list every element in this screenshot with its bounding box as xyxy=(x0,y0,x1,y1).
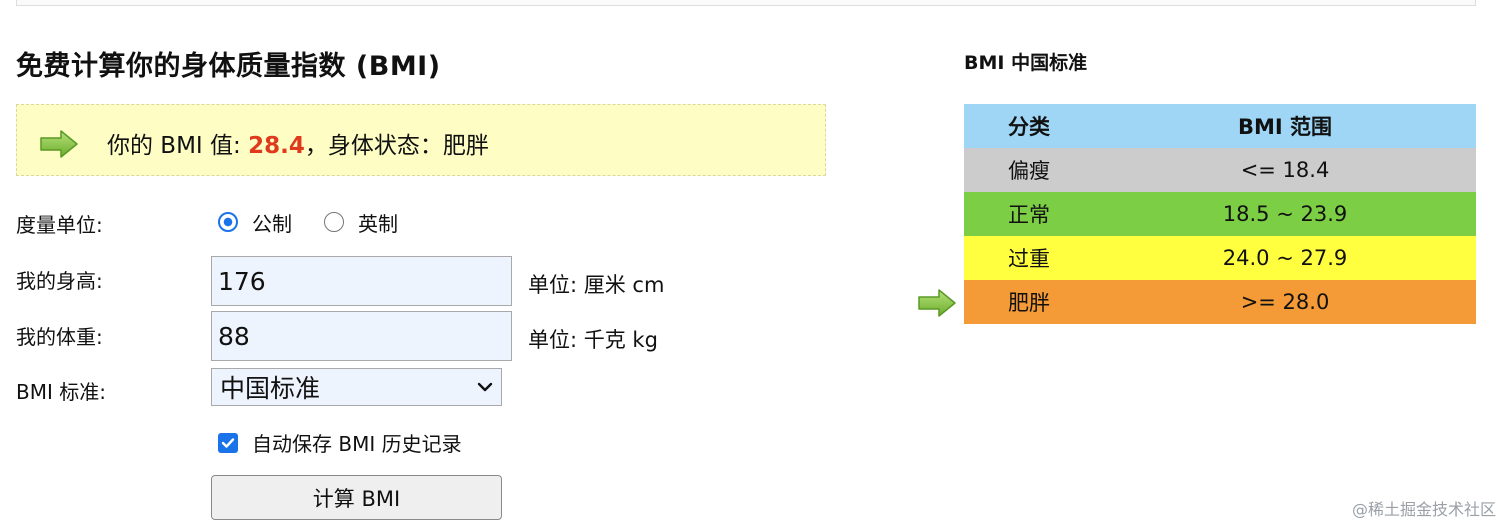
table-cell-range: <= 18.4 xyxy=(1240,158,1330,182)
table-row-normal: 正常 18.5 ~ 23.9 xyxy=(964,192,1476,236)
watermark: @稀土掘金技术社区 xyxy=(1351,500,1496,519)
unit-label: 度量单位: xyxy=(16,213,103,237)
status-value: 肥胖 xyxy=(442,133,489,159)
radio-imperial[interactable] xyxy=(324,212,344,232)
header-category: 分类 xyxy=(1008,115,1050,139)
calculate-button[interactable]: 计算 BMI xyxy=(211,475,502,520)
autosave-label: 自动保存 BMI 历史记录 xyxy=(252,432,462,456)
radio-imperial-label: 英制 xyxy=(358,211,398,236)
standard-select[interactable]: 中国标准 xyxy=(211,368,502,406)
result-prefix: 你的 BMI 值: xyxy=(107,133,249,159)
autosave-checkbox[interactable] xyxy=(218,432,238,453)
table-row-obese: 肥胖 >= 28.0 xyxy=(964,280,1476,324)
standard-select-value: 中国标准 xyxy=(220,374,321,403)
autosave-option[interactable]: 自动保存 BMI 历史记录 xyxy=(218,428,462,457)
table-row-overweight: 过重 24.0 ~ 27.9 xyxy=(964,236,1476,280)
checkmark-icon xyxy=(221,437,235,448)
bmi-value: 28.4 xyxy=(248,133,305,159)
status-label: 身体状态： xyxy=(327,133,443,159)
table-cell-range: 24.0 ~ 27.9 xyxy=(1222,246,1348,270)
height-unit: 单位: 厘米 cm xyxy=(528,273,665,297)
result-separator: ， xyxy=(304,133,328,159)
table-cell-range: >= 28.0 xyxy=(1240,290,1330,314)
height-label: 我的身高: xyxy=(16,269,103,293)
radio-metric[interactable] xyxy=(218,212,238,232)
page-title: 免费计算你的身体质量指数 (BMI) xyxy=(16,51,441,82)
table-cell-range: 18.5 ~ 23.9 xyxy=(1222,202,1348,226)
unit-option-metric[interactable]: 公制 xyxy=(218,208,292,237)
table-cell-category: 过重 xyxy=(1008,247,1050,271)
weight-label: 我的体重: xyxy=(16,325,103,349)
unit-option-imperial[interactable]: 英制 xyxy=(324,208,398,237)
header-range: BMI 范围 xyxy=(1237,115,1333,139)
bmi-standard-table: 分类 BMI 范围 偏瘦 <= 18.4 正常 18.5 ~ 23.9 过重 2… xyxy=(964,104,1476,324)
standard-table-title: BMI 中国标准 xyxy=(964,52,1088,74)
table-cell-category: 偏瘦 xyxy=(1008,159,1050,183)
arrow-right-icon xyxy=(40,130,78,158)
weight-input[interactable] xyxy=(211,311,512,361)
table-header-row: 分类 BMI 范围 xyxy=(964,104,1476,148)
table-cell-category: 肥胖 xyxy=(1008,291,1050,315)
height-input[interactable] xyxy=(211,256,512,306)
top-strip xyxy=(16,0,1476,6)
result-line: 你的 BMI 值: 28.4，身体状态：肥胖 xyxy=(107,126,489,160)
chevron-down-icon xyxy=(477,382,493,392)
result-box: 你的 BMI 值: 28.4，身体状态：肥胖 xyxy=(16,104,826,176)
weight-unit: 单位: 千克 kg xyxy=(528,328,658,352)
table-row-underweight: 偏瘦 <= 18.4 xyxy=(964,148,1476,192)
radio-metric-label: 公制 xyxy=(252,211,292,236)
standard-label: BMI 标准: xyxy=(16,380,106,404)
unit-radio-group: 公制 英制 xyxy=(218,208,398,236)
arrow-right-icon xyxy=(918,289,956,317)
table-cell-category: 正常 xyxy=(1008,203,1050,227)
